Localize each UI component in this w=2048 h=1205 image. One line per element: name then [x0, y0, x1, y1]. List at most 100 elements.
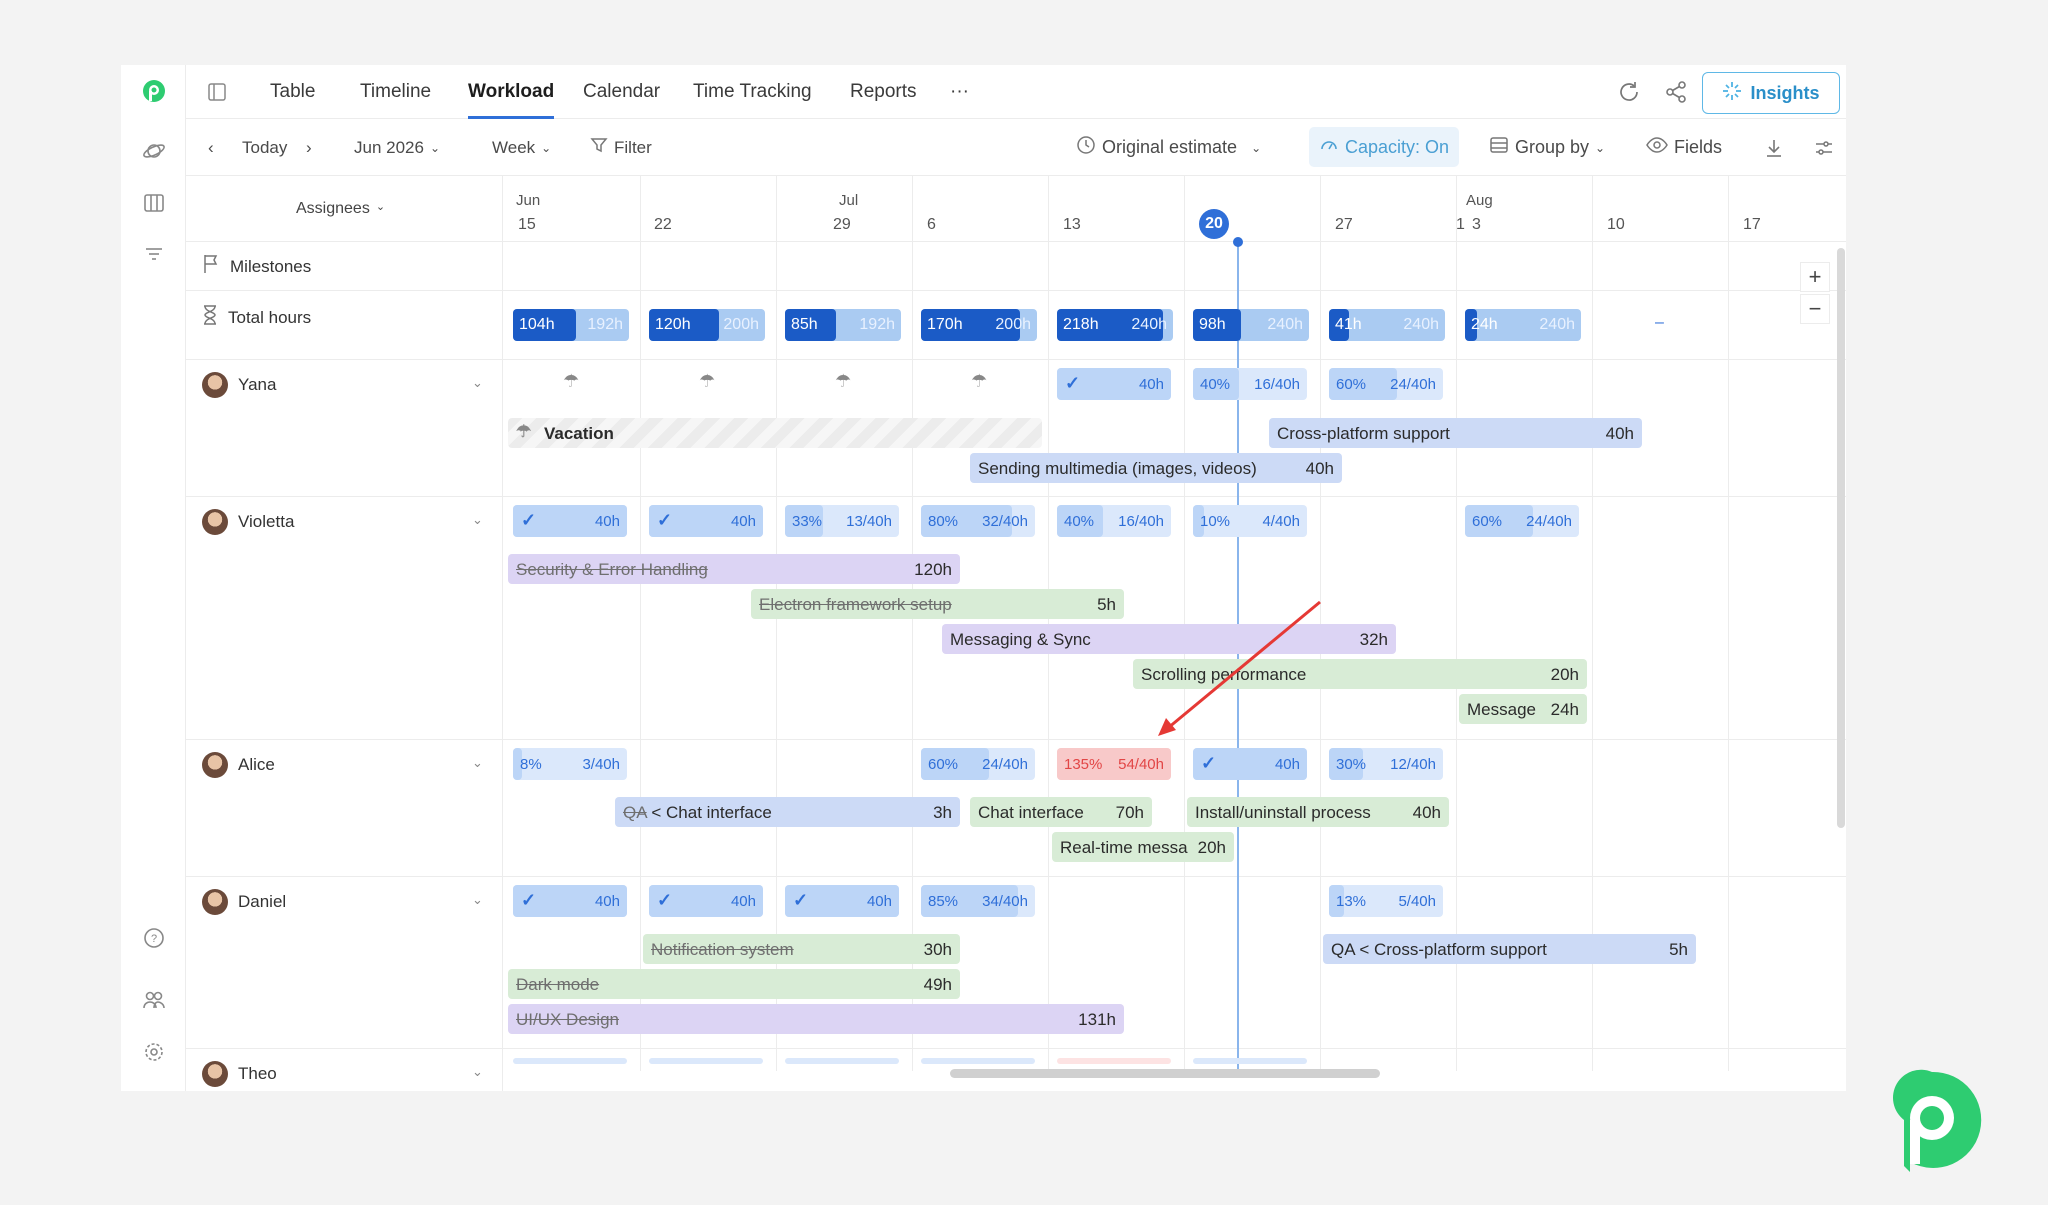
- task-bar[interactable]: UI/UX Design 131h: [508, 1004, 1124, 1034]
- assignee-violetta[interactable]: Violetta: [202, 509, 294, 535]
- task-bar[interactable]: Real-time messa 20h: [1052, 832, 1234, 862]
- tab-timeline[interactable]: Timeline: [360, 65, 431, 119]
- team-icon[interactable]: [141, 987, 167, 1013]
- total-hours-cell[interactable]: 104h 192h: [513, 309, 629, 341]
- estimate-selector[interactable]: Original estimate ⌄: [1076, 119, 1261, 176]
- capacity-toggle[interactable]: Capacity: On: [1309, 127, 1460, 167]
- capacity-cell-overloaded[interactable]: 135% 54/40h: [1057, 748, 1171, 780]
- total-hours-cell[interactable]: 218h 240h: [1057, 309, 1173, 341]
- capacity-cell[interactable]: ✓ 40h: [513, 885, 627, 917]
- group-by-selector[interactable]: Group by ⌄: [1489, 119, 1605, 176]
- capacity-cell[interactable]: 60% 24/40h: [921, 748, 1035, 780]
- download-icon[interactable]: [1764, 119, 1784, 176]
- capacity-cell[interactable]: 60% 24/40h: [1329, 368, 1443, 400]
- tab-more[interactable]: ···: [950, 65, 969, 119]
- task-bar[interactable]: Security & Error Handling 120h: [508, 554, 960, 584]
- total-hours-cell[interactable]: 170h 200h: [921, 309, 1037, 341]
- task-bar[interactable]: Sending multimedia (images, videos) 40h: [970, 453, 1342, 483]
- month-label-aug: Aug: [1466, 192, 1493, 209]
- month-label-jun: Jun: [516, 192, 541, 209]
- task-bar[interactable]: Chat interface 70h: [970, 797, 1152, 827]
- columns-icon[interactable]: [141, 190, 167, 216]
- gauge-icon: [1319, 135, 1339, 160]
- task-bar[interactable]: Electron framework setup 5h: [751, 589, 1124, 619]
- zoom-out-button[interactable]: −: [1800, 294, 1830, 324]
- capacity-cell[interactable]: 10% 4/40h: [1193, 505, 1307, 537]
- total-hours-cell[interactable]: 41h 240h: [1329, 309, 1445, 341]
- day-label: 15: [518, 216, 536, 233]
- capacity-cell[interactable]: 40% 16/40h: [1193, 368, 1307, 400]
- next-period-icon[interactable]: ›: [306, 119, 312, 176]
- help-icon[interactable]: ?: [141, 925, 167, 951]
- capacity-cell[interactable]: ✓ 40h: [1193, 748, 1307, 780]
- fields-button[interactable]: Fields: [1646, 119, 1722, 176]
- task-bar[interactable]: QA < Chat interface 3h: [615, 797, 960, 827]
- horizontal-scrollbar[interactable]: [950, 1069, 1380, 1078]
- assignee-theo[interactable]: Theo: [202, 1061, 277, 1087]
- expand-chevron-icon[interactable]: ⌄: [472, 512, 483, 528]
- capacity-cell[interactable]: 30% 12/40h: [1329, 748, 1443, 780]
- sidebar-toggle-icon[interactable]: [208, 83, 226, 106]
- task-bar[interactable]: Notification system 30h: [643, 934, 960, 964]
- filter-button[interactable]: Filter: [590, 119, 652, 176]
- capacity-cell[interactable]: ✓ 40h: [649, 885, 763, 917]
- assignees-selector[interactable]: Assignees ⌄: [296, 200, 385, 218]
- vertical-scrollbar[interactable]: [1837, 248, 1845, 828]
- insights-button[interactable]: Insights: [1702, 72, 1840, 114]
- check-icon: ✓: [521, 890, 537, 910]
- capacity-cell[interactable]: 80% 32/40h: [921, 505, 1035, 537]
- tab-workload[interactable]: Workload: [468, 65, 555, 119]
- task-bar[interactable]: Install/uninstall process 40h: [1187, 797, 1449, 827]
- capacity-cell[interactable]: ✓ 40h: [785, 885, 899, 917]
- zoom-in-button[interactable]: +: [1800, 262, 1830, 292]
- sliders-icon[interactable]: [1814, 119, 1834, 176]
- app-logo-icon[interactable]: [141, 79, 167, 105]
- capacity-cell[interactable]: 33% 13/40h: [785, 505, 899, 537]
- filter-lines-icon[interactable]: [141, 241, 167, 267]
- capacity-cell[interactable]: ✓ 40h: [513, 505, 627, 537]
- task-bar[interactable]: Scrolling performance 20h: [1133, 659, 1587, 689]
- tab-table[interactable]: Table: [270, 65, 315, 119]
- month-label: Jun 2026: [354, 137, 424, 157]
- capacity-label: Capacity: On: [1345, 136, 1450, 157]
- prev-period-icon[interactable]: ‹: [208, 119, 214, 176]
- tab-calendar[interactable]: Calendar: [583, 65, 660, 119]
- tab-reports[interactable]: Reports: [850, 65, 917, 119]
- toolbar: ‹ Today › Jun 2026 ⌄ Week ⌄ Filter Origi…: [186, 119, 1846, 176]
- expand-chevron-icon[interactable]: ⌄: [472, 375, 483, 391]
- share-icon[interactable]: [1664, 80, 1688, 109]
- total-hours-cell[interactable]: 120h 200h: [649, 309, 765, 341]
- assignee-alice[interactable]: Alice: [202, 752, 275, 778]
- month-selector[interactable]: Jun 2026 ⌄: [354, 119, 440, 176]
- umbrella-icon: ☂: [563, 371, 580, 391]
- assignee-daniel[interactable]: Daniel: [202, 889, 286, 915]
- capacity-cell[interactable]: ✓ 40h: [1057, 368, 1171, 400]
- settings-gear-icon[interactable]: [141, 1039, 167, 1065]
- task-bar[interactable]: Messaging & Sync 32h: [942, 624, 1396, 654]
- period-selector[interactable]: Week ⌄: [492, 119, 551, 176]
- capacity-cell[interactable]: 8% 3/40h: [513, 748, 627, 780]
- refresh-icon[interactable]: [1617, 80, 1641, 109]
- capacity-cell[interactable]: 13% 5/40h: [1329, 885, 1443, 917]
- capacity-cell[interactable]: ✓ 40h: [649, 505, 763, 537]
- today-button[interactable]: Today: [242, 119, 287, 176]
- task-bar[interactable]: Vacation ☂: [508, 418, 1042, 448]
- expand-chevron-icon[interactable]: ⌄: [472, 1064, 483, 1080]
- tab-time-tracking[interactable]: Time Tracking: [693, 65, 812, 119]
- total-hours-cell[interactable]: 98h 240h: [1193, 309, 1309, 341]
- total-hours-cell[interactable]: 85h 192h: [785, 309, 901, 341]
- avatar: [202, 509, 228, 535]
- expand-chevron-icon[interactable]: ⌄: [472, 755, 483, 771]
- capacity-cell[interactable]: 60% 24/40h: [1465, 505, 1579, 537]
- task-bar[interactable]: Dark mode 49h: [508, 969, 960, 999]
- task-bar[interactable]: Message 24h: [1459, 694, 1587, 724]
- task-bar[interactable]: Cross-platform support 40h: [1269, 418, 1642, 448]
- capacity-cell[interactable]: 85% 34/40h: [921, 885, 1035, 917]
- total-hours-cell[interactable]: 24h 240h: [1465, 309, 1581, 341]
- task-bar[interactable]: QA < Cross-platform support 5h: [1323, 934, 1696, 964]
- capacity-cell[interactable]: 40% 16/40h: [1057, 505, 1171, 537]
- planet-icon[interactable]: [141, 138, 167, 164]
- assignee-yana[interactable]: Yana: [202, 372, 276, 398]
- expand-chevron-icon[interactable]: ⌄: [472, 892, 483, 908]
- umbrella-icon: ☂: [971, 371, 988, 391]
